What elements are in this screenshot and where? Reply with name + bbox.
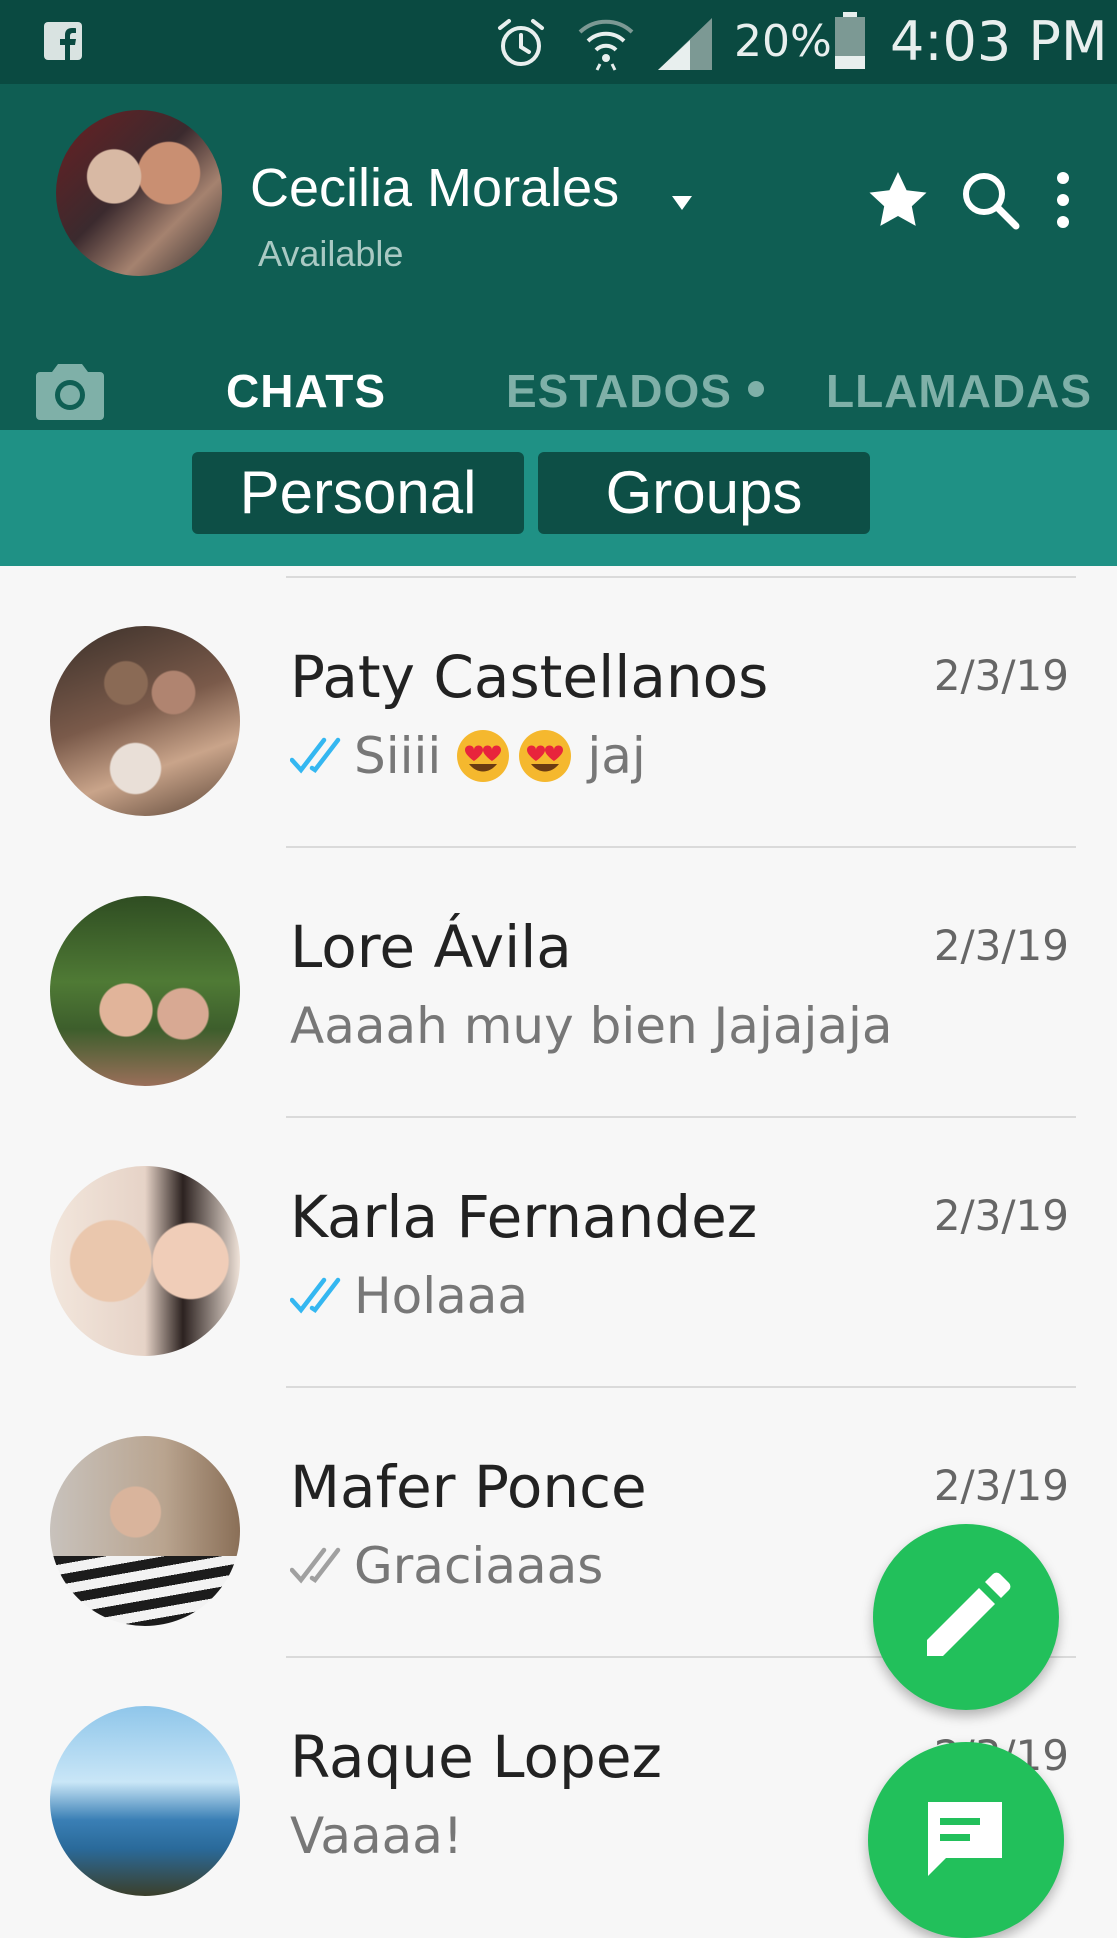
contact-avatar[interactable] xyxy=(50,1166,240,1356)
more-vert-icon[interactable] xyxy=(1048,168,1078,232)
message-text: Graciaaas xyxy=(354,1537,604,1595)
tab-bar: CHATS ESTADOS LLAMADAS xyxy=(0,320,1117,430)
filter-personal-button[interactable]: Personal xyxy=(192,452,524,534)
clock: 4:03 PM xyxy=(890,10,1108,73)
contact-avatar[interactable] xyxy=(50,1706,240,1896)
contact-name: Mafer Ponce xyxy=(290,1453,647,1521)
message-preview: Siiii jaj xyxy=(290,726,646,786)
message-preview: Holaaa xyxy=(290,1266,528,1326)
message-preview: Graciaaas xyxy=(290,1536,603,1596)
message-text: Siiii xyxy=(354,727,442,785)
chat-row[interactable]: Karla Fernandez 2/3/19 Holaaa xyxy=(0,1118,1117,1388)
signal-icon xyxy=(658,18,712,70)
wifi-icon xyxy=(578,19,634,71)
battery-icon xyxy=(835,12,865,69)
contact-name: Paty Castellanos xyxy=(290,643,769,711)
delivered-ticks-icon xyxy=(290,1547,341,1584)
heart-eyes-emoji-icon xyxy=(519,730,572,782)
alarm-icon xyxy=(498,19,544,66)
profile-avatar[interactable] xyxy=(56,110,222,276)
message-preview: Aaaah muy bien Jajajaja xyxy=(290,996,893,1056)
message-text: Holaaa xyxy=(354,1267,528,1325)
message-icon xyxy=(928,1802,1002,1876)
tab-llamadas[interactable]: LLAMADAS xyxy=(826,366,1092,416)
read-ticks-icon xyxy=(290,1277,341,1314)
contact-avatar[interactable] xyxy=(50,1436,240,1626)
contact-name: Karla Fernandez xyxy=(290,1183,758,1251)
chat-date: 2/3/19 xyxy=(933,1191,1069,1240)
star-icon[interactable] xyxy=(866,168,930,232)
tab-chats[interactable]: CHATS xyxy=(226,366,386,416)
facebook-icon xyxy=(44,22,82,60)
chat-date: 2/3/19 xyxy=(933,921,1069,970)
filter-bar: Personal Groups xyxy=(0,430,1117,566)
chevron-down-icon[interactable] xyxy=(672,196,692,210)
tab-estados[interactable]: ESTADOS xyxy=(506,366,764,416)
read-ticks-icon xyxy=(290,737,341,774)
contact-name: Raque Lopez xyxy=(290,1723,662,1791)
edit-button[interactable] xyxy=(873,1524,1059,1710)
contact-avatar[interactable] xyxy=(50,626,240,816)
battery-percent: 20% xyxy=(734,16,832,67)
chat-date: 2/3/19 xyxy=(933,1461,1069,1510)
chat-row[interactable]: Paty Castellanos 2/3/19 Siiii jaj xyxy=(0,578,1117,848)
profile-name[interactable]: Cecilia Morales xyxy=(250,158,619,218)
new-status-dot xyxy=(747,380,764,397)
message-text: Vaaaa! xyxy=(290,1807,463,1865)
contact-avatar[interactable] xyxy=(50,896,240,1086)
filter-groups-button[interactable]: Groups xyxy=(538,452,870,534)
chat-date: 2/3/19 xyxy=(933,651,1069,700)
tab-estados-label: ESTADOS xyxy=(506,365,732,417)
new-message-button[interactable] xyxy=(868,1742,1064,1938)
contact-name: Lore Ávila xyxy=(290,913,572,981)
profile-status: Available xyxy=(258,233,404,274)
message-text: Aaaah muy bien Jajajaja xyxy=(290,997,893,1055)
search-icon[interactable] xyxy=(958,168,1022,232)
status-bar: 20% 4:03 PM xyxy=(0,0,1117,84)
app-header: Cecilia Morales Available CHATS ESTADOS … xyxy=(0,84,1117,430)
heart-eyes-emoji-icon xyxy=(457,730,510,782)
chat-row[interactable]: Lore Ávila 2/3/19 Aaaah muy bien Jajajaj… xyxy=(0,848,1117,1118)
edit-icon xyxy=(927,1572,1011,1656)
camera-icon[interactable] xyxy=(34,360,106,422)
message-text-tail: jaj xyxy=(587,727,646,785)
message-preview: Vaaaa! xyxy=(290,1806,463,1866)
